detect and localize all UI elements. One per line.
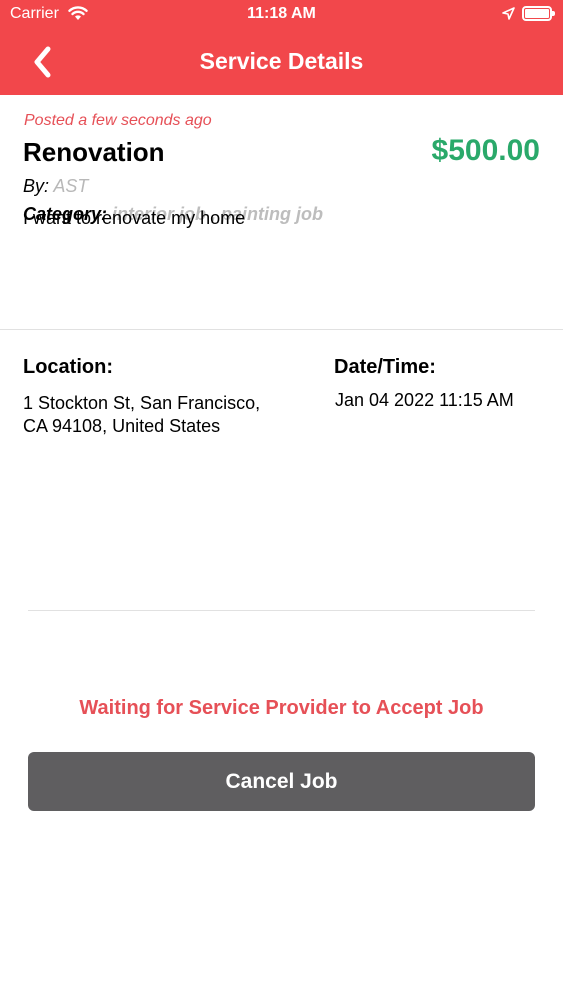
battery-icon — [522, 6, 555, 21]
posted-time: Posted a few seconds ago — [24, 112, 212, 129]
location-label: Location: — [23, 356, 113, 378]
nav-header: Carrier 11:18 AM Service Details — [0, 0, 563, 95]
service-title: Renovation — [23, 137, 165, 167]
author-row: By: AST — [23, 176, 88, 197]
status-bar: Carrier 11:18 AM — [0, 0, 563, 30]
status-time: 11:18 AM — [247, 5, 316, 22]
location-arrow-icon — [502, 7, 515, 25]
service-price: $500.00 — [431, 134, 540, 167]
page-title: Service Details — [199, 48, 364, 74]
cancel-job-label: Cancel Job — [225, 769, 338, 793]
divider — [28, 610, 535, 611]
cancel-job-button[interactable]: Cancel Job — [28, 752, 535, 811]
service-description: I want to renovate my home — [23, 208, 246, 228]
job-status-text: Waiting for Service Provider to Accept J… — [79, 697, 484, 719]
author-value: AST — [53, 176, 89, 196]
divider — [0, 329, 563, 330]
datetime-label: Date/Time: — [334, 356, 436, 378]
author-label: By: — [23, 176, 50, 196]
location-value: 1 Stockton St, San Francisco, CA 94108, … — [23, 393, 261, 436]
datetime-value: Jan 04 2022 11:15 AM — [335, 390, 514, 410]
